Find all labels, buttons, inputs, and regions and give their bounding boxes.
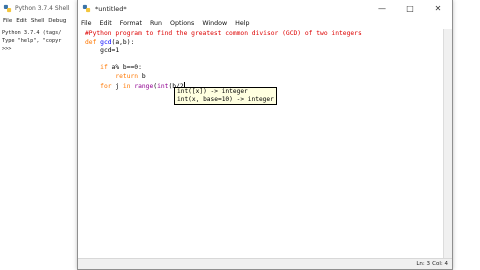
shell-menubar: File Edit Shell Debug <box>0 16 80 26</box>
shell-menu-edit[interactable]: Edit <box>16 18 27 24</box>
close-icon: ✕ <box>434 4 442 13</box>
maximize-button[interactable]: □ <box>396 0 424 17</box>
shell-prompt: >>> <box>2 46 15 52</box>
calltip-line: int(x, base=10) -> integer <box>177 96 274 103</box>
python-icon <box>82 4 91 13</box>
shell-menu-debug[interactable]: Debug <box>48 18 66 24</box>
status-bar: Ln: 3 Col: 4 <box>78 258 452 269</box>
shell-output[interactable]: Python 3.7.4 (tags/Type "help", "copyr >>… <box>0 26 80 53</box>
code-line-2: def gcd(a,b): <box>85 39 362 48</box>
menu-window[interactable]: Window <box>202 20 227 27</box>
code-line-5: if a% b==0: <box>85 64 362 73</box>
code-text-gcd: gcd=1 <box>85 47 120 55</box>
loop-var: j <box>111 82 123 90</box>
shell-menu-file[interactable]: File <box>3 18 12 24</box>
function-name: gcd <box>100 38 112 46</box>
menu-edit[interactable]: Edit <box>100 20 112 27</box>
code-editor-area[interactable]: #Python program to find the greatest com… <box>78 29 444 259</box>
minimize-button[interactable]: — <box>368 0 396 17</box>
window-controls: — □ ✕ <box>368 0 452 17</box>
editor-title-bar[interactable]: *untitled* — □ ✕ <box>78 0 452 17</box>
menu-help[interactable]: Help <box>235 20 249 27</box>
close-button[interactable]: ✕ <box>424 0 452 17</box>
builtin-int: int <box>157 82 169 90</box>
shell-line: Python 3.7.4 (tags/ <box>2 30 62 36</box>
editor-window[interactable]: *untitled* — □ ✕ File Edit Format Run Op… <box>77 0 453 270</box>
shell-menu-shell[interactable]: Shell <box>31 18 44 24</box>
keyword-if: if <box>100 64 108 72</box>
code-comment: #Python program to find the greatest com… <box>85 30 362 37</box>
builtin-range: range <box>134 82 154 90</box>
keyword-for: for <box>100 82 112 90</box>
function-params: (a,b): <box>111 38 135 46</box>
column-number: Col: 4 <box>432 261 448 267</box>
python-icon <box>3 4 12 12</box>
return-value: b <box>138 72 146 80</box>
code-line-3: gcd=1 <box>85 47 362 56</box>
keyword-def: def <box>85 38 97 46</box>
keyword-return: return <box>115 72 139 80</box>
code-line-1: #Python program to find the greatest com… <box>85 30 362 39</box>
menu-format[interactable]: Format <box>120 20 142 27</box>
keyword-in: in <box>122 82 131 90</box>
python-shell-window[interactable]: Python 3.7.4 Shell File Edit Shell Debug… <box>0 0 81 270</box>
calltip-line: int([x]) -> integer <box>177 88 248 95</box>
calltip-tooltip: int([x]) -> integer int(x, base=10) -> in… <box>174 87 277 105</box>
shell-title-bar[interactable]: Python 3.7.4 Shell <box>0 0 80 16</box>
menu-file[interactable]: File <box>81 20 92 27</box>
menu-options[interactable]: Options <box>170 20 194 27</box>
shell-line: Type "help", "copyr <box>2 38 62 44</box>
editor-title: *untitled* <box>95 4 127 13</box>
line-number: Ln: 3 <box>416 261 430 267</box>
minimize-icon: — <box>378 4 386 13</box>
vertical-scrollbar[interactable] <box>443 29 452 259</box>
shell-title: Python 3.7.4 Shell <box>15 4 70 12</box>
maximize-icon: □ <box>406 4 414 13</box>
code-line-6: return b <box>85 73 362 82</box>
code-text[interactable]: #Python program to find the greatest com… <box>85 30 362 91</box>
if-condition: a% b==0: <box>107 64 142 72</box>
menu-run[interactable]: Run <box>150 20 162 27</box>
